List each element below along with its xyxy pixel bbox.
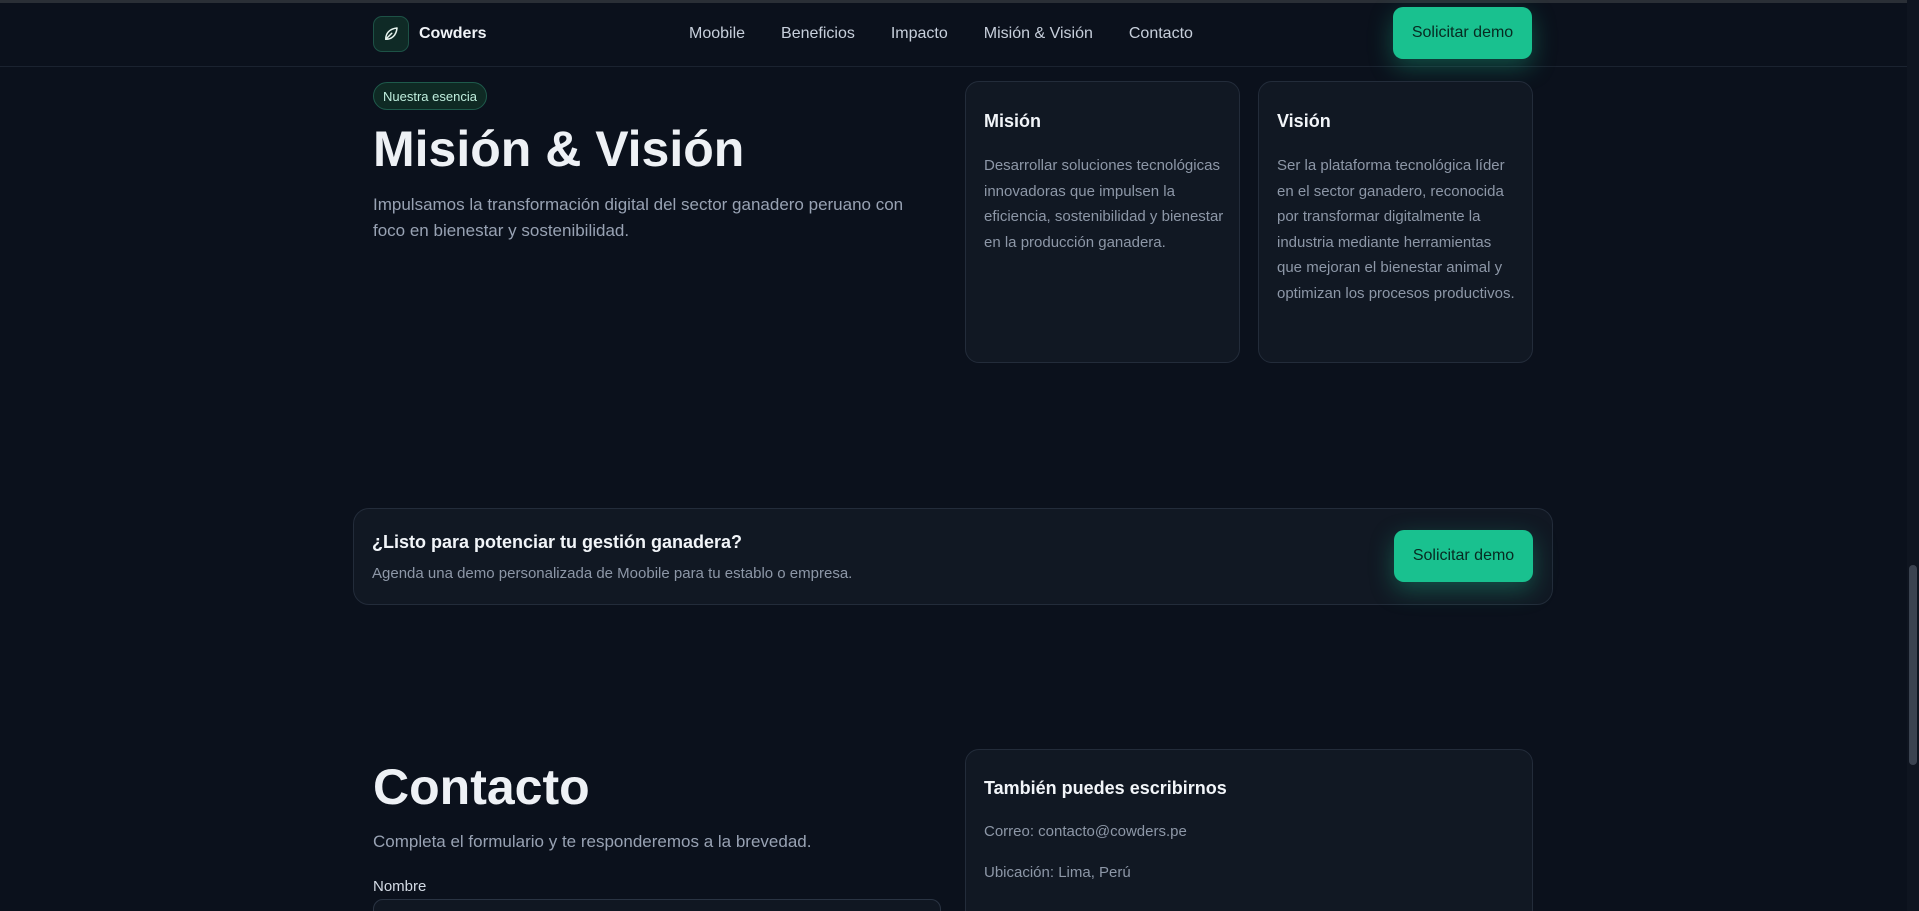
contact-email[interactable]: Correo: contacto@cowders.pe	[984, 823, 1187, 840]
main-nav: Moobile Beneficios Impacto Misión & Visi…	[689, 25, 1193, 43]
logo-text: Cowders	[419, 25, 487, 42]
name-field-label: Nombre	[373, 878, 427, 895]
mission-card: Misión Desarrollar soluciones tecnológic…	[965, 81, 1240, 363]
vision-card-text: Ser la plataforma tecnológica líder en e…	[1277, 157, 1515, 302]
nav-link-impacto[interactable]: Impacto	[891, 25, 948, 43]
nav-link-beneficios[interactable]: Beneficios	[781, 25, 855, 43]
vision-card: Visión Ser la plataforma tecnológica líd…	[1258, 81, 1533, 363]
mission-card-text: Desarrollar soluciones tecnológicas inno…	[984, 157, 1224, 251]
contact-title: Contacto	[373, 759, 590, 815]
name-input[interactable]	[373, 899, 941, 911]
cta-request-demo-button[interactable]: Solicitar demo	[1394, 530, 1533, 582]
scrollbar-thumb[interactable]	[1909, 565, 1917, 765]
vision-card-title: Visión	[1277, 111, 1331, 131]
cta-text: Agenda una demo personalizada de Moobile…	[372, 565, 853, 582]
nav-link-contacto[interactable]: Contacto	[1129, 25, 1193, 43]
mission-vision-subtitle: Impulsamos la transformación digital del…	[373, 195, 904, 240]
section-badge: Nuestra esencia	[373, 82, 487, 110]
logo[interactable]: Cowders	[373, 16, 487, 52]
mission-vision-title: Misión & Visión	[373, 121, 745, 177]
contact-location: Ubicación: Lima, Perú	[984, 864, 1131, 881]
contact-info-card: También puedes escribirnos Correo: conta…	[965, 749, 1533, 911]
mission-card-title: Misión	[984, 111, 1041, 131]
nav-link-mision-vision[interactable]: Misión & Visión	[984, 25, 1093, 43]
contact-subtitle: Completa el formulario y te responderemo…	[373, 832, 812, 851]
contact-card-title: También puedes escribirnos	[984, 778, 1227, 798]
cta-title: ¿Listo para potenciar tu gestión ganader…	[372, 532, 743, 552]
top-navbar: Cowders Moobile Beneficios Impacto Misió…	[0, 0, 1907, 67]
leaf-icon	[373, 16, 409, 52]
header-request-demo-button[interactable]: Solicitar demo	[1393, 7, 1532, 59]
nav-link-moobile[interactable]: Moobile	[689, 25, 745, 43]
scrollbar-track[interactable]	[1907, 0, 1919, 911]
page: Cowders Moobile Beneficios Impacto Misió…	[0, 0, 1919, 911]
cta-banner: ¿Listo para potenciar tu gestión ganader…	[353, 508, 1553, 605]
